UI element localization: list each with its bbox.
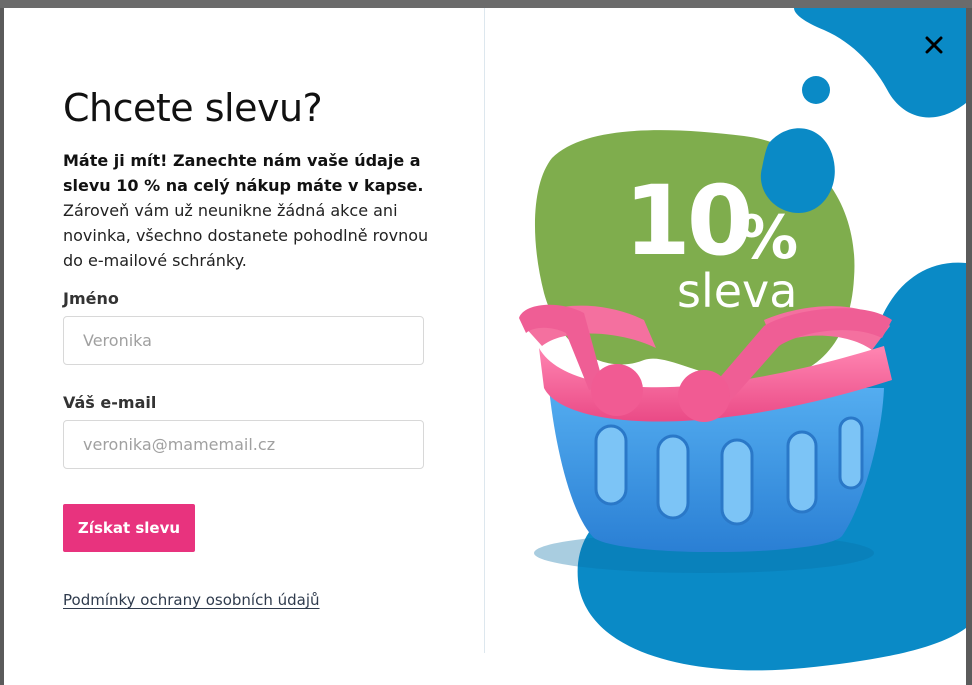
email-field[interactable] — [63, 420, 424, 469]
get-discount-button[interactable]: Získat slevu — [63, 504, 195, 552]
name-field[interactable] — [63, 316, 424, 365]
blue-blob-round — [760, 128, 835, 213]
blue-dot-small — [802, 76, 830, 104]
popup-intro: Máte ji mít! Zanechte nám vaše údaje a s… — [63, 148, 433, 273]
discount-word: sleva — [677, 264, 798, 318]
close-icon — [925, 36, 943, 54]
close-button[interactable] — [919, 30, 949, 60]
popup-title: Chcete slevu? — [63, 86, 323, 130]
privacy-policy-link[interactable]: Podmínky ochrany osobních údajů — [63, 591, 320, 609]
popup-intro-lead: Máte ji mít! Zanechte nám vaše údaje a s… — [63, 151, 424, 195]
email-label: Váš e-mail — [63, 393, 157, 412]
discount-amount: 10 — [624, 165, 754, 277]
discount-popup: 10 % sleva Chcete slevu? Máte ji mít! Za… — [4, 8, 966, 685]
discount-percent: % — [738, 203, 799, 273]
page-backdrop — [0, 0, 972, 8]
popup-intro-text: Zároveň vám už neunikne žádná akce ani n… — [63, 201, 429, 270]
name-label: Jméno — [63, 289, 119, 308]
